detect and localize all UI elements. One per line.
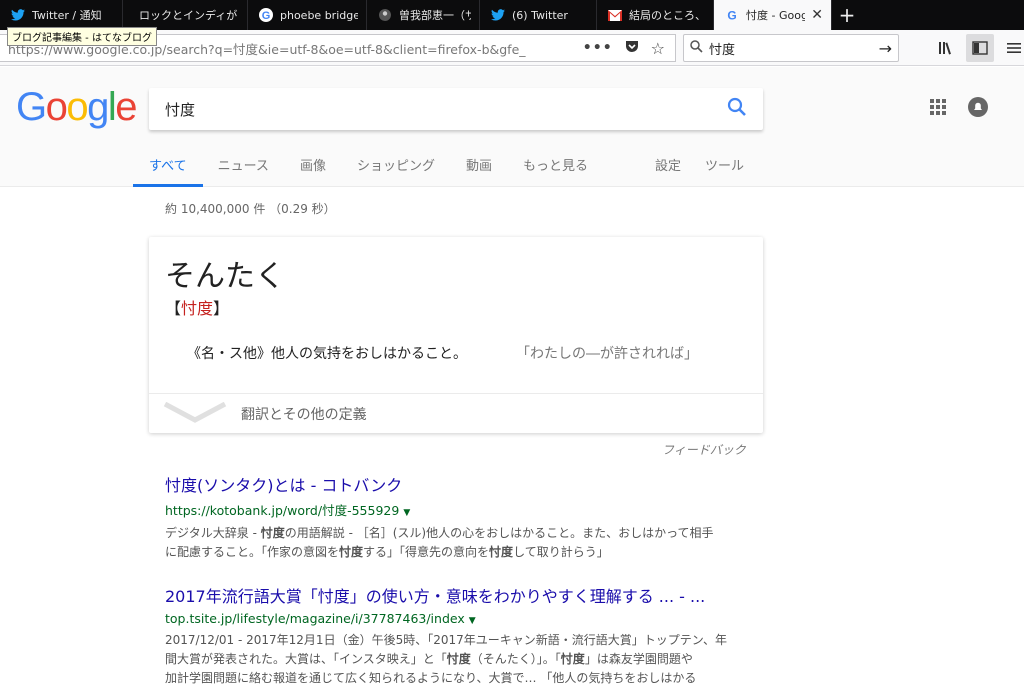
search-icon — [690, 39, 703, 57]
svg-text:G: G — [727, 9, 736, 23]
google-search-box[interactable]: 忖度 — [149, 88, 763, 130]
tab-twitter[interactable]: (6) Twitter — [480, 0, 597, 30]
dictionary-card: そんたく 【忖度】 《名・ス他》他人の気持をおしはかること。 「わたしの―が許さ… — [149, 237, 763, 433]
tab-gmail[interactable]: 結局のところ、 — [597, 0, 714, 30]
tab-rock-and-indie[interactable]: ロックとインディが — [123, 0, 248, 30]
tab-shopping[interactable]: ショッピング — [357, 155, 435, 187]
svg-text:G: G — [262, 10, 271, 22]
dictionary-example: 「わたしの―が許されれば」 — [516, 346, 698, 362]
google-search-query[interactable]: 忖度 — [165, 99, 727, 120]
search-bar-query[interactable]: 忖度 — [703, 39, 879, 58]
tab-settings[interactable]: 設定 — [655, 155, 681, 174]
notifications-bell-icon[interactable] — [968, 97, 988, 121]
twitter-bird-icon — [490, 7, 506, 23]
go-arrow-icon[interactable]: → — [879, 39, 892, 58]
tab-videos[interactable]: 動画 — [466, 155, 492, 187]
search-type-tabs: すべて ニュース 画像 ショッピング 動画 もっと見る — [133, 155, 619, 187]
result-url[interactable]: https://kotobank.jp/word/忖度-555929 ▼ — [165, 500, 765, 519]
result-title-link[interactable]: 忖度(ソンタク)とは - コトバンク — [165, 472, 765, 496]
search-bar[interactable]: 忖度 → — [683, 34, 899, 62]
tab-tools[interactable]: ツール — [705, 155, 744, 174]
feedback-link[interactable]: フィードバック — [662, 441, 746, 458]
more-definitions-toggle[interactable]: 翻訳とその他の定義 — [149, 393, 763, 433]
dictionary-definition: 《名・ス他》他人の気持をおしはかること。 — [187, 346, 467, 362]
dictionary-kanji: 【忖度】 — [165, 299, 230, 318]
tab-tooltip: ブログ記事編集 - はてなブログ — [7, 27, 157, 46]
twitter-bird-icon — [10, 7, 26, 23]
result-snippet: デジタル大辞泉 - 忖度の用語解説 - ［名］(スル)他人の心をおしはかること。… — [165, 526, 714, 559]
library-icon[interactable] — [932, 34, 960, 62]
search-icon[interactable] — [727, 97, 747, 121]
tab-twitter-notifications[interactable]: Twitter / 通知 — [0, 0, 123, 30]
result-url[interactable]: top.tsite.jp/lifestyle/magazine/i/377874… — [165, 611, 755, 626]
close-tab-icon[interactable]: ✕ — [805, 7, 823, 23]
more-definitions-label: 翻訳とその他の定義 — [241, 406, 367, 423]
menu-hamburger-icon[interactable] — [1000, 34, 1024, 62]
google-g-icon: G — [724, 7, 740, 23]
dictionary-word: そんたく — [165, 259, 285, 294]
tab-images[interactable]: 画像 — [300, 155, 326, 187]
apps-grid-icon[interactable] — [930, 99, 946, 119]
tab-news[interactable]: ニュース — [218, 155, 269, 187]
search-result: 2017年流行語大賞「忖度」の使い方・意味をわかりやすく理解する ... - .… — [165, 583, 755, 688]
dropdown-arrow-icon[interactable]: ▼ — [469, 616, 476, 626]
result-stats: 約 10,400,000 件 （0.29 秒） — [165, 202, 336, 216]
sidebar-toggle-icon[interactable] — [966, 34, 994, 62]
search-result: 忖度(ソンタク)とは - コトバンク https://kotobank.jp/w… — [165, 472, 765, 562]
browser-tab-strip: Twitter / 通知 ロックとインディが G phoebe bridge 曽… — [0, 0, 1024, 30]
tab-google-search-active[interactable]: G 忖度 - Goog ✕ — [714, 0, 832, 30]
page-actions-icon[interactable]: ••• — [583, 40, 613, 56]
bookmark-star-icon[interactable]: ☆ — [651, 39, 665, 58]
google-header: Google 忖度 すべて ニュース 画像 ショッピング 動画 もっと見る 設定… — [0, 67, 1024, 187]
avatar-icon — [377, 7, 393, 23]
new-tab-button[interactable]: + — [832, 0, 862, 30]
result-title-link[interactable]: 2017年流行語大賞「忖度」の使い方・意味をわかりやすく理解する ... - .… — [165, 583, 755, 607]
tab-sokabe-keiichi[interactable]: 曽我部恵一（サ — [367, 0, 480, 30]
tab-phoebe-bridgers[interactable]: G phoebe bridge — [248, 0, 367, 30]
tab-all[interactable]: すべて — [133, 155, 202, 187]
chevron-down-icon — [163, 401, 227, 428]
result-snippet: 2017/12/01 - 2017年12月1日（金）午後5時、「2017年ユーキ… — [165, 633, 728, 685]
google-g-icon: G — [258, 7, 274, 23]
pocket-icon[interactable] — [625, 40, 639, 57]
google-logo[interactable]: Google — [16, 85, 137, 130]
tab-more[interactable]: もっと見る — [523, 155, 588, 187]
dropdown-arrow-icon[interactable]: ▼ — [403, 508, 410, 518]
gmail-icon — [607, 7, 623, 23]
